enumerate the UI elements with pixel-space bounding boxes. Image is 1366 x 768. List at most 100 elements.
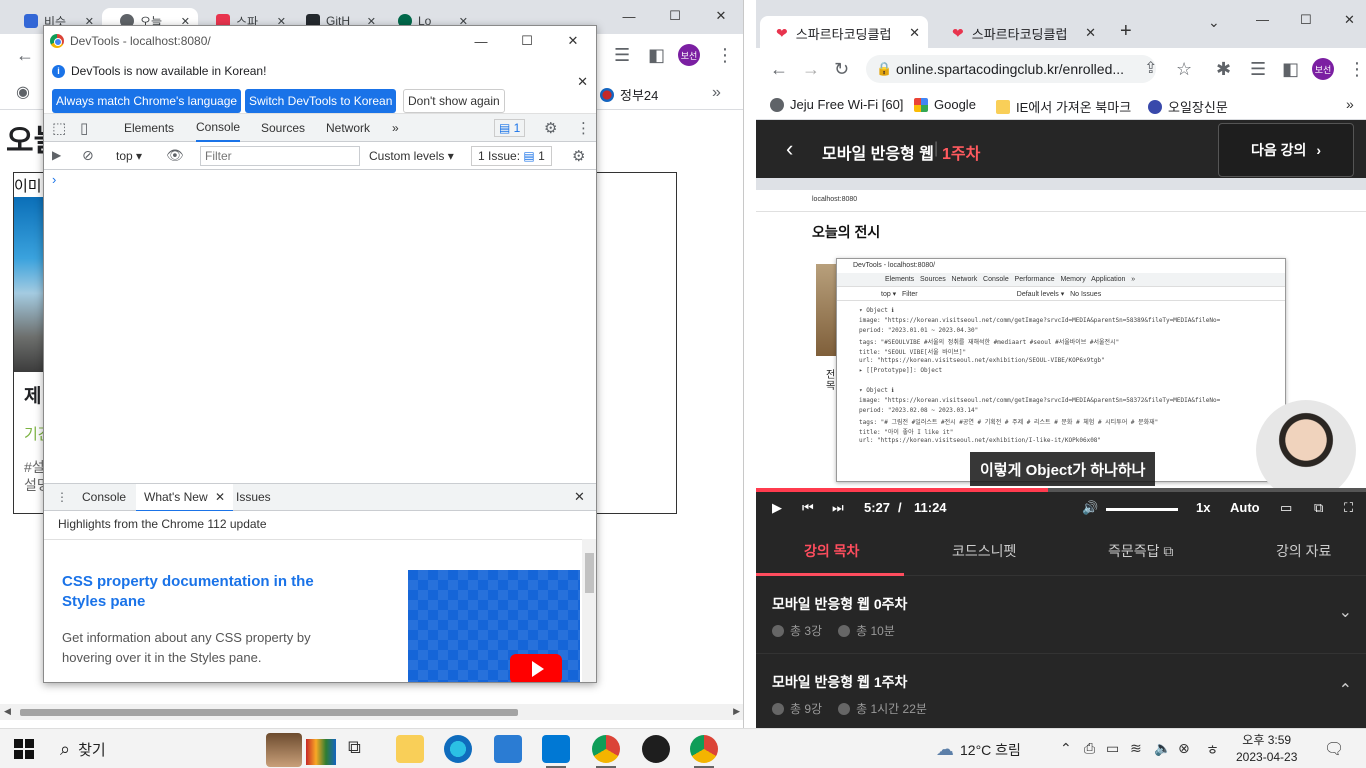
console-output[interactable]: › (44, 170, 596, 482)
forward-arrow-icon[interactable]: → (802, 60, 820, 78)
extensions-puzzle-icon[interactable]: ✱ (1216, 60, 1231, 78)
wifi-icon[interactable]: ≋ (1130, 740, 1142, 757)
close-window-button[interactable]: ✕ (550, 27, 596, 55)
maximize-button[interactable]: ☐ (652, 0, 698, 32)
always-match-language-button[interactable]: Always match Chrome's language (52, 89, 242, 113)
sidebar-toggle-icon[interactable]: ▶ (52, 148, 61, 162)
system-clock[interactable]: 오후 3:59 2023-04-23 (1236, 732, 1297, 766)
minimize-button[interactable]: — (606, 0, 652, 32)
back-arrow-icon[interactable]: ← (16, 46, 34, 64)
feature-title-link[interactable]: CSS property documentation in the Styles… (62, 572, 362, 612)
back-chevron-icon[interactable]: ‹ (786, 136, 793, 162)
edge-icon[interactable] (444, 735, 472, 763)
file-explorer-icon[interactable] (396, 735, 424, 763)
clear-console-icon[interactable]: ⊘ (82, 147, 94, 164)
task-view-icon[interactable]: ⧉ (348, 737, 361, 758)
volume-icon[interactable]: 🔊 (1082, 500, 1098, 516)
next-icon[interactable]: ⏭ (832, 500, 844, 516)
next-lecture-button[interactable]: 다음 강의 › (1218, 123, 1354, 177)
week-item[interactable]: 모바일 반응형 웹 1주차 총 9강 총 1시간 22분 ⌃ (756, 654, 1366, 728)
play-icon[interactable]: ▶ (772, 500, 782, 516)
device-toolbar-icon[interactable]: ▯ (80, 114, 88, 142)
side-panel-icon[interactable]: ◧ (648, 46, 665, 64)
switch-to-korean-button[interactable]: Switch DevTools to Korean (245, 89, 397, 113)
playback-speed[interactable]: 1x (1196, 500, 1210, 515)
inspect-element-icon[interactable]: ⬚ (52, 114, 66, 142)
chevron-more-icon[interactable]: » (712, 84, 721, 102)
taskbar-search[interactable]: ⌕ 찾기 (48, 729, 336, 768)
log-levels-dropdown[interactable]: Custom levels ▾ (369, 149, 454, 163)
devtools-menu-icon[interactable]: ⋮ (576, 114, 591, 142)
input-method-icon[interactable]: ㅎ (1206, 740, 1219, 760)
dont-show-again-button[interactable]: Don't show again (403, 89, 505, 113)
chrome-icon[interactable] (592, 735, 620, 768)
scrollbar-thumb[interactable] (20, 709, 518, 716)
tab-network[interactable]: Network (326, 114, 370, 142)
drawer-tab-issues[interactable]: Issues (236, 490, 271, 504)
chevron-more-icon[interactable]: » (1346, 96, 1354, 112)
tab-elements[interactable]: Elements (124, 114, 174, 142)
scrollbar-thumb[interactable] (585, 553, 594, 593)
drawer-menu-icon[interactable]: ⋮ (56, 490, 68, 504)
more-tabs-icon[interactable]: » (392, 114, 399, 142)
weather-widget[interactable]: ☁ 12°C 흐림 (936, 739, 1021, 760)
reload-icon[interactable]: ↻ (834, 60, 849, 78)
drawer-scrollbar[interactable] (582, 539, 596, 682)
right-tab-1[interactable]: ❤ 스파르타코딩클럽 ✕ (760, 16, 928, 50)
bookmark-jeju-wifi[interactable]: Jeju Free Wi-Fi [60] (770, 97, 903, 112)
side-panel-icon[interactable]: ◧ (1282, 60, 1299, 78)
mail-icon[interactable] (494, 735, 522, 763)
settings-gear-icon[interactable]: ⚙ (544, 114, 557, 142)
console-settings-gear-icon[interactable]: ⚙ (572, 147, 585, 165)
youtube-play-icon[interactable] (510, 654, 562, 682)
menu-kebab-icon[interactable]: ⋮ (1348, 60, 1366, 78)
reading-list-icon[interactable]: ☰ (614, 46, 630, 64)
bookmark-gov24[interactable]: 정부24 (600, 85, 658, 104)
search-highlight-image[interactable] (266, 733, 302, 767)
tab-search-chevron-icon[interactable]: ⌄ (1208, 14, 1220, 31)
profile-avatar[interactable]: 보선 (1312, 58, 1334, 80)
horizontal-scrollbar[interactable]: ◀ ▶ (0, 704, 743, 720)
chevron-down-icon[interactable]: ⌄ (1339, 602, 1352, 622)
notification-icon[interactable]: 🗨 (1324, 739, 1344, 759)
close-drawer-icon[interactable]: ✕ (574, 489, 585, 505)
tab-qna[interactable]: 즉문즉답 ⧉ (1108, 541, 1173, 561)
week-item[interactable]: 모바일 반응형 웹 0주차 총 3강 총 10분 ⌄ (756, 576, 1366, 654)
tab-console[interactable]: Console (196, 114, 241, 142)
tab-lecture-materials[interactable]: 강의 자료 (1276, 541, 1331, 561)
console-prompt-icon[interactable]: › (52, 172, 56, 187)
mic-muted-icon[interactable]: ⊗ (1178, 740, 1190, 757)
maximize-button[interactable]: ☐ (1300, 12, 1312, 28)
new-tab-icon[interactable]: + (1120, 20, 1132, 43)
chevron-up-icon[interactable]: ⌃ (1339, 680, 1352, 700)
reading-list-icon[interactable]: ☰ (1250, 60, 1266, 78)
battery-icon[interactable]: ▭ (1106, 740, 1119, 757)
scroll-right-icon[interactable]: ▶ (733, 706, 740, 717)
volume-icon[interactable]: 🔈 (1154, 740, 1171, 757)
bookmark-star-icon[interactable]: ☆ (1176, 60, 1192, 78)
close-window-button[interactable]: ✕ (1344, 12, 1355, 28)
previous-icon[interactable]: ⏮ (802, 500, 814, 516)
volume-slider[interactable] (1106, 508, 1178, 511)
drawer-tab-console[interactable]: Console (82, 490, 126, 504)
close-icon[interactable]: ✕ (1085, 25, 1096, 41)
close-window-button[interactable]: ✕ (698, 0, 743, 32)
close-icon[interactable]: ✕ (215, 490, 225, 504)
address-bar[interactable]: 🔒 online.spartacodingclub.kr/enrolled... (866, 55, 1156, 83)
quality-selector[interactable]: Auto (1230, 500, 1260, 515)
minimize-button[interactable]: — (1256, 12, 1269, 27)
eye-icon[interactable]: 👁 (166, 147, 184, 164)
profile-avatar[interactable]: 보선 (678, 44, 700, 66)
chevron-up-icon[interactable]: ⌃ (1060, 740, 1072, 757)
windows-start-icon[interactable] (14, 739, 34, 759)
issues-badge[interactable]: ▤ 1 (494, 114, 526, 142)
scroll-left-icon[interactable]: ◀ (4, 706, 11, 717)
remote-app-icon[interactable] (642, 735, 670, 763)
bookmark-oiljang[interactable]: 오일장신문 (1148, 97, 1228, 116)
context-selector[interactable]: top ▾ (116, 149, 142, 163)
tab-sources[interactable]: Sources (261, 114, 305, 142)
bookmark-globe-icon[interactable]: ◉ (16, 84, 30, 102)
meet-now-icon[interactable]: ⎙ (1084, 740, 1095, 757)
issues-counter-button[interactable]: 1 Issue: ▤ 1 (471, 146, 552, 166)
back-arrow-icon[interactable]: ← (770, 60, 788, 78)
